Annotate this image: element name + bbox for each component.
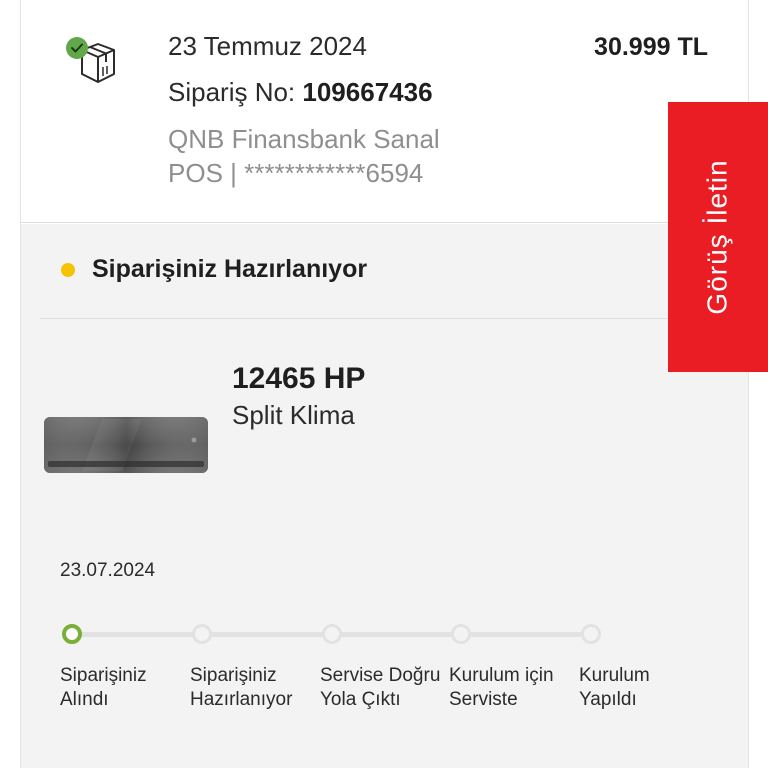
- step-node-on-way-to-service: [322, 624, 342, 644]
- payment-method-line2: POS | ************6594: [168, 158, 424, 188]
- order-number: Sipariş No: 109667436: [168, 77, 433, 108]
- step-node-order-received: [62, 624, 82, 644]
- step-node-at-service: [451, 624, 471, 644]
- step-label-preparing: Siparişiniz Hazırlanıyor: [190, 665, 293, 710]
- product-name: Split Klima: [232, 400, 355, 430]
- step-label-installed: Kurulum Yapıldı: [579, 665, 650, 710]
- product-code: 12465 HP: [232, 362, 366, 395]
- payment-method-line1: QNB Finansbank Sanal: [168, 124, 440, 154]
- tracking-date: 23.07.2024: [60, 560, 156, 581]
- step-label-order-received: Siparişiniz Alındı: [60, 665, 147, 710]
- section-divider: [40, 318, 728, 319]
- order-number-value: 109667436: [302, 77, 433, 107]
- payment-method: QNB Finansbank Sanal POS | ************6…: [168, 122, 488, 190]
- order-status: Siparişiniz Hazırlanıyor: [61, 255, 367, 284]
- order-total-price: 30.999 TL: [594, 33, 708, 61]
- status-dot-icon: [61, 262, 75, 277]
- status-text: Siparişiniz Hazırlanıyor: [92, 255, 368, 283]
- step-label-on-way-to-service: Servise Doğru Yola Çıktı: [320, 665, 441, 710]
- air-conditioner-image[interactable]: [42, 415, 210, 477]
- feedback-label: Görüş İletin: [702, 159, 734, 315]
- order-number-label: Sipariş No:: [168, 77, 303, 107]
- feedback-button[interactable]: Görüş İletin: [668, 102, 768, 372]
- step-node-installed: [581, 624, 601, 644]
- order-date: 23 Temmuz 2024: [168, 31, 367, 61]
- step-node-preparing: [192, 624, 212, 644]
- step-label-at-service: Kurulum için Serviste: [449, 665, 554, 710]
- package-check-icon: [66, 37, 115, 83]
